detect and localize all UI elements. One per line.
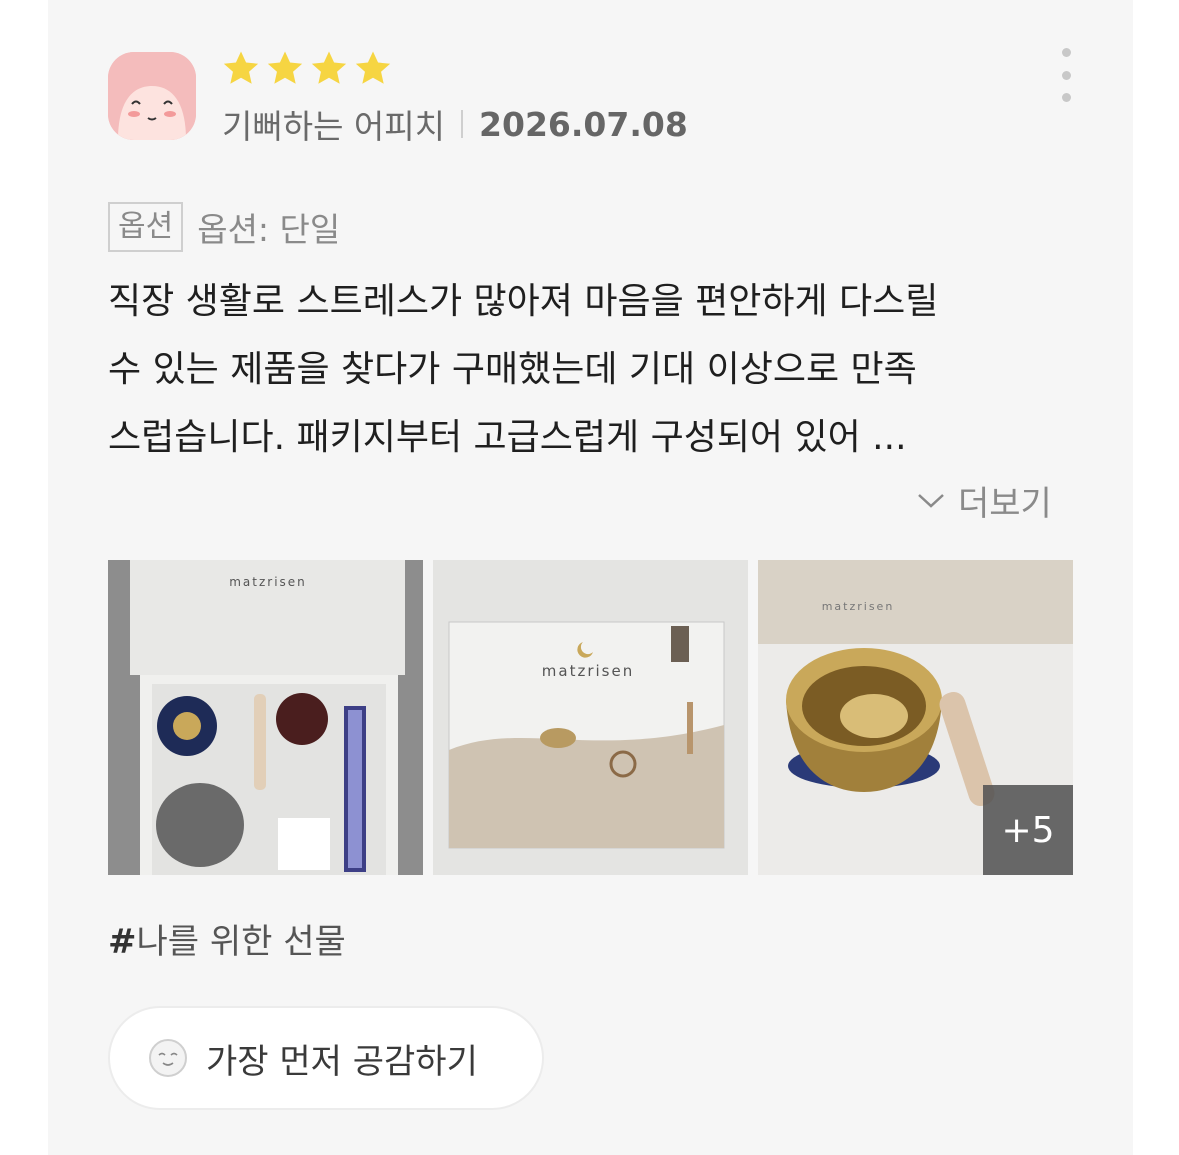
author-name: 기뻐하는 어피치 bbox=[222, 107, 446, 146]
box-brand-text: matzrisen bbox=[822, 600, 895, 613]
empathy-button[interactable]: 가장 먼저 공감하기 bbox=[108, 1006, 544, 1110]
star-icon bbox=[355, 51, 391, 84]
box-brand-text: matzrisen bbox=[542, 662, 634, 680]
review-line: 수 있는 제품을 찾다가 구매했는데 기대 이상으로 만족 bbox=[108, 349, 917, 390]
photo-gallery: matzrisen matzrisen matzrisen +5 bbox=[108, 560, 1073, 875]
box-brand-text: matzrisen bbox=[229, 575, 307, 589]
star-rating bbox=[220, 48, 394, 90]
gift-box-open-image: matzrisen bbox=[108, 560, 423, 875]
review-date: 2026.07.08 bbox=[479, 104, 688, 144]
review-photo-2[interactable]: matzrisen bbox=[433, 560, 748, 875]
hashtag-text: 나를 위한 선물 bbox=[136, 922, 346, 962]
more-photos-badge: +5 bbox=[983, 785, 1073, 875]
chevron-down-icon bbox=[918, 493, 944, 508]
option-value: 옵션: 단일 bbox=[197, 210, 341, 249]
smile-face-icon bbox=[149, 1039, 187, 1077]
hashtag-mark: # bbox=[108, 922, 137, 962]
review-photo-3[interactable]: matzrisen +5 bbox=[758, 560, 1073, 875]
hashtag[interactable]: #나를 위한 선물 bbox=[108, 914, 346, 963]
meta-divider bbox=[461, 110, 464, 138]
review-meta: 기뻐하는 어피치 2026.07.08 bbox=[222, 104, 688, 147]
gift-box-closed-image: matzrisen bbox=[433, 560, 748, 875]
review-line: 직장 생활로 스트레스가 많아져 마음을 편안하게 다스릴 bbox=[108, 281, 939, 322]
apeach-avatar-icon bbox=[108, 52, 196, 140]
review-line: 스럽습니다. 패키지부터 고급스럽게 구성되어 있어 ... bbox=[108, 417, 907, 458]
star-icon bbox=[223, 51, 259, 84]
review-text: 직장 생활로 스트레스가 많아져 마음을 편안하게 다스릴 수 있는 제품을 찾… bbox=[108, 268, 1083, 472]
option-tag: 옵션 bbox=[108, 202, 184, 252]
review-photo-1[interactable]: matzrisen bbox=[108, 560, 423, 875]
option-row: 옵션 옵션: 단일 bbox=[108, 202, 340, 252]
more-label: 더보기 bbox=[958, 484, 1052, 524]
empathy-label: 가장 먼저 공감하기 bbox=[206, 1041, 478, 1082]
star-icon bbox=[311, 51, 347, 84]
avatar[interactable] bbox=[108, 52, 196, 140]
more-button[interactable]: 더보기 bbox=[916, 476, 1052, 525]
star-icon bbox=[267, 51, 303, 84]
more-vert-icon[interactable] bbox=[1050, 48, 1082, 102]
